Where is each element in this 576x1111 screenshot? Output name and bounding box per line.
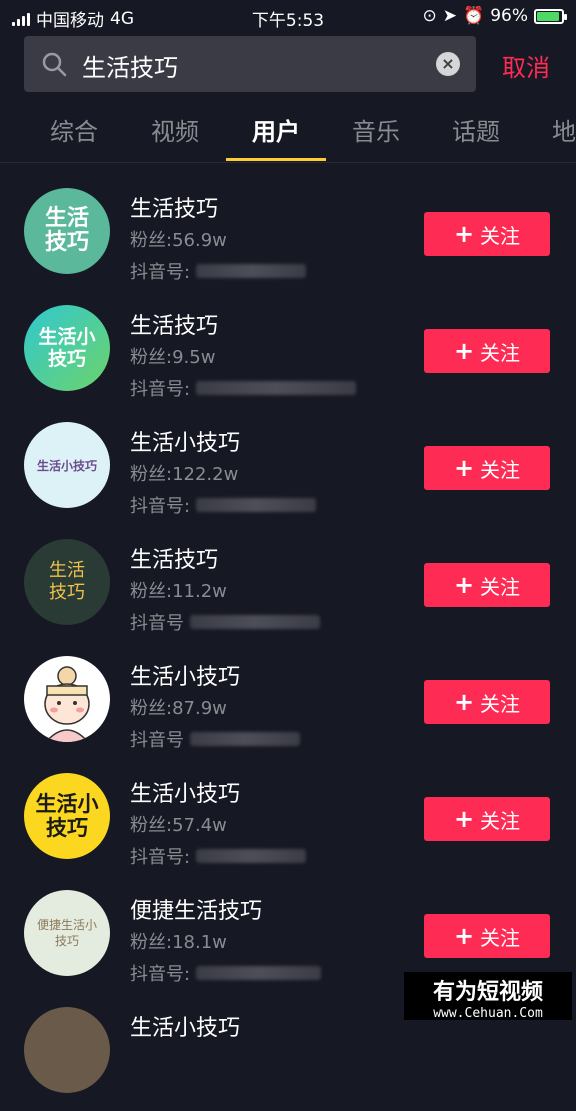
plus-icon: +: [453, 922, 475, 950]
fan-count: 粉丝:18.1w: [130, 932, 227, 953]
avatar[interactable]: 生活小技巧: [24, 773, 110, 859]
battery-icon: [534, 8, 567, 24]
orientation-lock-icon: ⊙: [422, 6, 437, 26]
user-id: 抖音号:: [130, 375, 357, 401]
plus-icon: +: [453, 805, 475, 833]
redacted-id: [196, 498, 317, 512]
user-row[interactable]: 生活小技巧 粉丝:87.9w 抖音号 + 关注: [0, 643, 576, 760]
tab-music[interactable]: 音乐: [326, 112, 426, 147]
avatar[interactable]: 生活小技巧: [24, 422, 110, 508]
search-icon: [42, 52, 67, 77]
fan-count: 粉丝:11.2w: [130, 581, 227, 602]
redacted-id: [190, 615, 320, 629]
redacted-id: [190, 732, 300, 746]
avatar[interactable]: 生活技巧: [24, 188, 110, 274]
user-name: 生活小技巧: [130, 431, 241, 456]
avatar[interactable]: [24, 1007, 110, 1093]
user-id: 抖音号:: [130, 258, 307, 284]
user-row[interactable]: 生活技巧 生活技巧 粉丝:56.9w 抖音号: + 关注: [0, 175, 576, 292]
plus-icon: +: [453, 337, 475, 365]
user-name: 生活小技巧: [130, 1016, 241, 1041]
tab-topics[interactable]: 话题: [426, 112, 526, 147]
avatar[interactable]: 生活小技巧: [24, 305, 110, 391]
fan-count: 粉丝:122.2w: [130, 464, 239, 485]
avatar[interactable]: 便捷生活小技巧: [24, 890, 110, 976]
follow-button[interactable]: + 关注: [424, 797, 550, 841]
user-name: 生活技巧: [130, 314, 219, 339]
redacted-id: [196, 966, 322, 980]
fan-count: 粉丝:56.9w: [130, 230, 227, 251]
alarm-icon: ⏰: [463, 6, 485, 26]
watermark-title: 有为短视频: [432, 980, 543, 1005]
avatar[interactable]: [24, 656, 110, 742]
fan-count: 粉丝:87.9w: [130, 698, 227, 719]
user-name: 生活技巧: [130, 548, 219, 573]
user-name: 便捷生活技巧: [130, 899, 263, 924]
user-list: 生活技巧 生活技巧 粉丝:56.9w 抖音号: + 关注 生活小技巧 生活技巧 粉…: [0, 175, 576, 1111]
user-id: 抖音号: [130, 609, 320, 635]
location-icon: ➤: [442, 6, 458, 26]
user-name: 生活小技巧: [130, 782, 241, 807]
cancel-button[interactable]: 取消: [502, 48, 550, 83]
follow-button[interactable]: + 关注: [424, 680, 550, 724]
battery-percent: 96%: [490, 6, 528, 26]
cartoon-face-icon: [44, 666, 90, 742]
fan-count: 粉丝:57.4w: [130, 815, 227, 836]
fan-count: 粉丝:9.5w: [130, 347, 216, 368]
tab-divider: [0, 162, 576, 163]
tab-comprehensive[interactable]: 综合: [24, 112, 124, 147]
user-id: 抖音号: [130, 726, 300, 752]
avatar[interactable]: 生活技巧: [24, 539, 110, 625]
user-name: 生活技巧: [130, 197, 219, 222]
user-row[interactable]: 生活小技巧 生活技巧 粉丝:9.5w 抖音号: + 关注: [0, 292, 576, 409]
plus-icon: +: [453, 688, 475, 716]
follow-button[interactable]: + 关注: [424, 329, 550, 373]
search-input[interactable]: [80, 44, 444, 86]
clear-icon[interactable]: ×: [436, 52, 460, 76]
follow-button[interactable]: + 关注: [424, 563, 550, 607]
redacted-id: [196, 264, 307, 278]
status-right: ⊙ ➤ ⏰ 96%: [422, 6, 567, 26]
watermark: 有为短视频 www.Cehuan.Com: [404, 972, 572, 1021]
plus-icon: +: [453, 454, 475, 482]
user-id: 抖音号:: [130, 960, 322, 986]
user-name: 生活小技巧: [130, 665, 241, 690]
active-tab-indicator: [226, 158, 326, 161]
user-row[interactable]: 生活技巧 生活技巧 粉丝:11.2w 抖音号 + 关注: [0, 526, 576, 643]
redacted-id: [196, 849, 307, 863]
watermark-url: www.Cehuan.Com: [433, 1006, 543, 1021]
tab-location[interactable]: 地: [526, 112, 576, 147]
user-row[interactable]: 生活小技巧 生活小技巧 粉丝:122.2w 抖音号: + 关注: [0, 409, 576, 526]
follow-button[interactable]: + 关注: [424, 914, 550, 958]
user-id: 抖音号:: [130, 492, 317, 518]
tab-users[interactable]: 用户: [226, 112, 326, 147]
tab-video[interactable]: 视频: [125, 112, 225, 147]
redacted-id: [196, 381, 357, 395]
search-bar[interactable]: ×: [24, 36, 476, 92]
plus-icon: +: [453, 571, 475, 599]
follow-button[interactable]: + 关注: [424, 446, 550, 490]
status-bar: 中国移动 4G 下午5:53 ⊙ ➤ ⏰ 96%: [0, 0, 576, 32]
follow-button[interactable]: + 关注: [424, 212, 550, 256]
user-row[interactable]: 生活小技巧 生活小技巧 粉丝:57.4w 抖音号: + 关注: [0, 760, 576, 877]
tab-bar: 综合 视频 用户 音乐 话题 地: [0, 112, 576, 162]
plus-icon: +: [453, 220, 475, 248]
user-id: 抖音号:: [130, 843, 307, 869]
